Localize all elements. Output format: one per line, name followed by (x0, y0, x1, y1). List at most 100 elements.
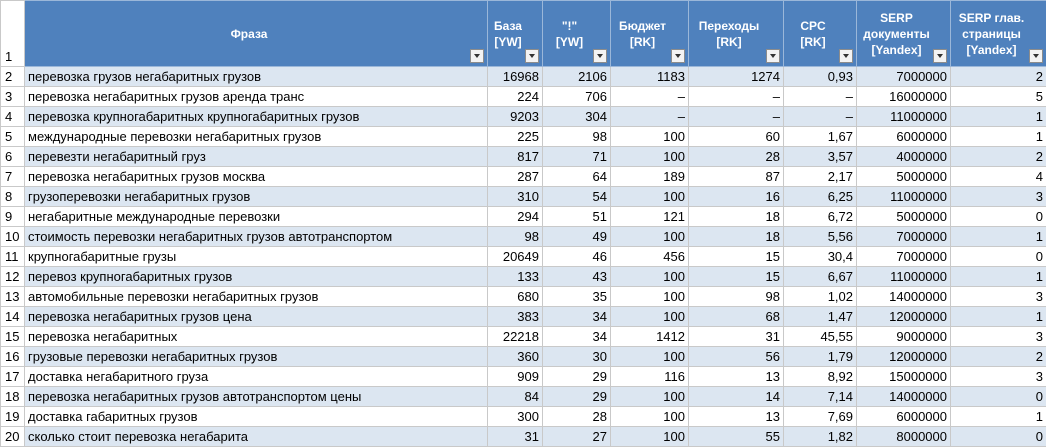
cell-base[interactable]: 383 (487, 306, 543, 327)
cell-clicks[interactable]: – (688, 86, 784, 107)
cell-phrase[interactable]: крупногабаритные грузы (24, 246, 488, 267)
cell-base[interactable]: 16968 (487, 66, 543, 87)
cell-clicks[interactable]: 60 (688, 126, 784, 147)
cell-exact[interactable]: 35 (542, 286, 611, 307)
cell-clicks[interactable]: 15 (688, 266, 784, 287)
cell-phrase[interactable]: перевозка негабаритных грузов москва (24, 166, 488, 187)
cell-serp-main[interactable]: 1 (950, 106, 1046, 127)
cell-cpc[interactable]: 6,25 (783, 186, 857, 207)
cell-base[interactable]: 360 (487, 346, 543, 367)
cell-phrase[interactable]: перевозка крупногабаритных крупногабарит… (24, 106, 488, 127)
cell-cpc[interactable]: 7,69 (783, 406, 857, 427)
cell-serp-docs[interactable]: 6000000 (856, 126, 951, 147)
cell-exact[interactable]: 29 (542, 366, 611, 387)
cell-budget[interactable]: – (610, 86, 689, 107)
cell-serp-main[interactable]: 2 (950, 346, 1046, 367)
cell-budget[interactable]: 100 (610, 306, 689, 327)
cell-phrase[interactable]: международные перевозки негабаритных гру… (24, 126, 488, 147)
cell-serp-main[interactable]: 0 (950, 206, 1046, 227)
cell-phrase[interactable]: перевозка негабаритных грузов аренда тра… (24, 86, 488, 107)
cell-clicks[interactable]: 16 (688, 186, 784, 207)
cell-serp-docs[interactable]: 5000000 (856, 166, 951, 187)
cell-cpc[interactable]: – (783, 86, 857, 107)
cell-cpc[interactable]: 0,93 (783, 66, 857, 87)
row-number[interactable]: 15 (0, 326, 25, 347)
cell-serp-main[interactable]: 0 (950, 246, 1046, 267)
cell-serp-docs[interactable]: 9000000 (856, 326, 951, 347)
cell-serp-docs[interactable]: 14000000 (856, 386, 951, 407)
cell-budget[interactable]: 100 (610, 406, 689, 427)
cell-base[interactable]: 84 (487, 386, 543, 407)
cell-cpc[interactable]: – (783, 106, 857, 127)
cell-clicks[interactable]: 28 (688, 146, 784, 167)
cell-cpc[interactable]: 1,47 (783, 306, 857, 327)
cell-exact[interactable]: 27 (542, 426, 611, 447)
cell-phrase[interactable]: перевозка грузов негабаритных грузов (24, 66, 488, 87)
cell-exact[interactable]: 706 (542, 86, 611, 107)
cell-clicks[interactable]: 18 (688, 206, 784, 227)
cell-serp-docs[interactable]: 8000000 (856, 426, 951, 447)
cell-budget[interactable]: 121 (610, 206, 689, 227)
cell-clicks[interactable]: 14 (688, 386, 784, 407)
filter-dropdown-icon[interactable] (766, 49, 780, 63)
cell-cpc[interactable]: 6,67 (783, 266, 857, 287)
cell-phrase[interactable]: доставка негабаритного груза (24, 366, 488, 387)
cell-phrase[interactable]: доставка габаритных грузов (24, 406, 488, 427)
cell-budget[interactable]: 189 (610, 166, 689, 187)
cell-base[interactable]: 31 (487, 426, 543, 447)
row-number[interactable]: 19 (0, 406, 25, 427)
cell-phrase[interactable]: перевозка негабаритных (24, 326, 488, 347)
cell-clicks[interactable]: 55 (688, 426, 784, 447)
cell-clicks[interactable]: 13 (688, 366, 784, 387)
cell-base[interactable]: 98 (487, 226, 543, 247)
cell-base[interactable]: 287 (487, 166, 543, 187)
row-number[interactable]: 18 (0, 386, 25, 407)
cell-clicks[interactable]: 87 (688, 166, 784, 187)
cell-base[interactable]: 9203 (487, 106, 543, 127)
filter-dropdown-icon[interactable] (1029, 49, 1043, 63)
cell-budget[interactable]: 1412 (610, 326, 689, 347)
cell-clicks[interactable]: 1274 (688, 66, 784, 87)
cell-budget[interactable]: 100 (610, 266, 689, 287)
cell-serp-docs[interactable]: 11000000 (856, 266, 951, 287)
cell-serp-docs[interactable]: 12000000 (856, 346, 951, 367)
row-number[interactable]: 8 (0, 186, 25, 207)
cell-base[interactable]: 225 (487, 126, 543, 147)
cell-serp-main[interactable]: 2 (950, 146, 1046, 167)
cell-clicks[interactable]: 18 (688, 226, 784, 247)
cell-serp-main[interactable]: 0 (950, 426, 1046, 447)
cell-exact[interactable]: 49 (542, 226, 611, 247)
cell-cpc[interactable]: 1,79 (783, 346, 857, 367)
cell-clicks[interactable]: 13 (688, 406, 784, 427)
cell-serp-main[interactable]: 1 (950, 406, 1046, 427)
row-number[interactable]: 17 (0, 366, 25, 387)
cell-base[interactable]: 680 (487, 286, 543, 307)
cell-exact[interactable]: 51 (542, 206, 611, 227)
cell-base[interactable]: 817 (487, 146, 543, 167)
cell-phrase[interactable]: стоимость перевозки негабаритных грузов … (24, 226, 488, 247)
cell-exact[interactable]: 98 (542, 126, 611, 147)
cell-serp-main[interactable]: 5 (950, 86, 1046, 107)
cell-clicks[interactable]: 68 (688, 306, 784, 327)
cell-cpc[interactable]: 2,17 (783, 166, 857, 187)
cell-serp-docs[interactable]: 7000000 (856, 226, 951, 247)
cell-phrase[interactable]: перевозка негабаритных грузов цена (24, 306, 488, 327)
cell-serp-docs[interactable]: 4000000 (856, 146, 951, 167)
cell-serp-main[interactable]: 4 (950, 166, 1046, 187)
cell-budget[interactable]: 1183 (610, 66, 689, 87)
cell-budget[interactable]: 116 (610, 366, 689, 387)
row-number[interactable]: 4 (0, 106, 25, 127)
cell-base[interactable]: 22218 (487, 326, 543, 347)
row-number[interactable]: 11 (0, 246, 25, 267)
cell-budget[interactable]: 100 (610, 146, 689, 167)
row-number[interactable]: 5 (0, 126, 25, 147)
row-number[interactable]: 7 (0, 166, 25, 187)
cell-base[interactable]: 224 (487, 86, 543, 107)
cell-serp-docs[interactable]: 7000000 (856, 66, 951, 87)
row-number[interactable]: 2 (0, 66, 25, 87)
cell-phrase[interactable]: грузовые перевозки негабаритных грузов (24, 346, 488, 367)
cell-cpc[interactable]: 8,92 (783, 366, 857, 387)
cell-serp-main[interactable]: 3 (950, 286, 1046, 307)
cell-cpc[interactable]: 5,56 (783, 226, 857, 247)
column-header-budget[interactable]: Бюджет [RK] (610, 0, 689, 67)
